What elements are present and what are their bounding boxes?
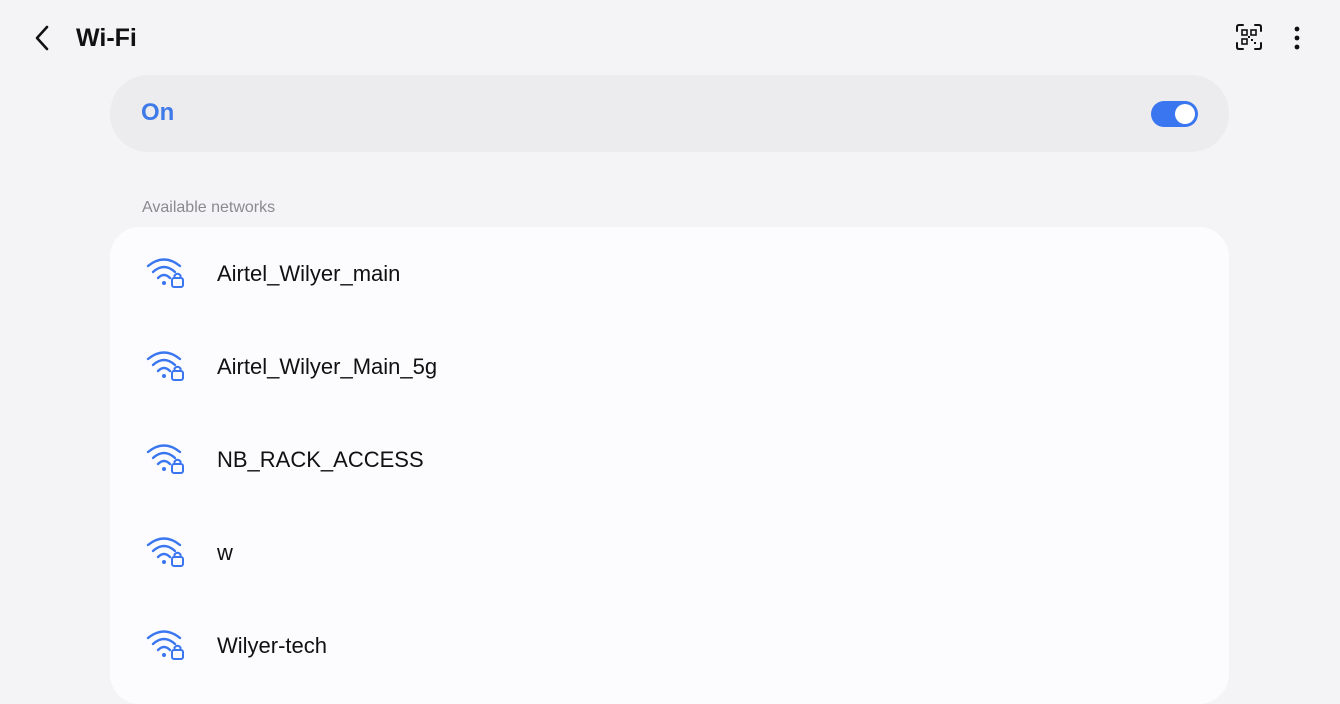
page-title: Wi-Fi: [76, 24, 137, 52]
network-list: Airtel_Wilyer_main Airtel_Wilyer_Main_5g: [110, 227, 1229, 704]
back-button[interactable]: [24, 20, 60, 56]
available-networks-header: Available networks: [142, 199, 276, 216]
top-app-bar: Wi-Fi: [0, 0, 1340, 76]
switch-knob: [1175, 104, 1195, 124]
network-item[interactable]: Airtel_Wilyer_Main_5g: [110, 320, 1229, 413]
wifi-master-toggle[interactable]: On: [110, 75, 1229, 152]
wifi-lock-icon: [146, 351, 184, 381]
network-name: Wilyer-tech: [217, 633, 328, 658]
network-item[interactable]: Wilyer-tech: [110, 599, 1229, 692]
wifi-settings-screen: Wi-Fi On Available networks Airtel_Wilye…: [0, 0, 1340, 704]
qr-scan-icon: [1236, 24, 1262, 50]
network-name: NB_RACK_ACCESS: [217, 447, 424, 472]
wifi-switch[interactable]: [1151, 101, 1198, 127]
qr-scan-button[interactable]: [1232, 20, 1266, 54]
wifi-toggle-label: On: [141, 99, 175, 126]
wifi-lock-icon: [146, 630, 184, 660]
chevron-left-icon: [35, 25, 49, 51]
network-item[interactable]: w: [110, 506, 1229, 599]
wifi-lock-icon: [146, 537, 184, 567]
more-vertical-icon: [1294, 26, 1300, 50]
network-name: w: [217, 540, 233, 565]
network-item[interactable]: NB_RACK_ACCESS: [110, 413, 1229, 506]
wifi-lock-icon: [146, 444, 184, 474]
network-item[interactable]: Airtel_Wilyer_main: [110, 227, 1229, 320]
network-name: Airtel_Wilyer_Main_5g: [217, 354, 438, 379]
wifi-lock-icon: [146, 258, 184, 288]
network-name: Airtel_Wilyer_main: [217, 261, 401, 286]
more-options-button[interactable]: [1282, 20, 1312, 56]
